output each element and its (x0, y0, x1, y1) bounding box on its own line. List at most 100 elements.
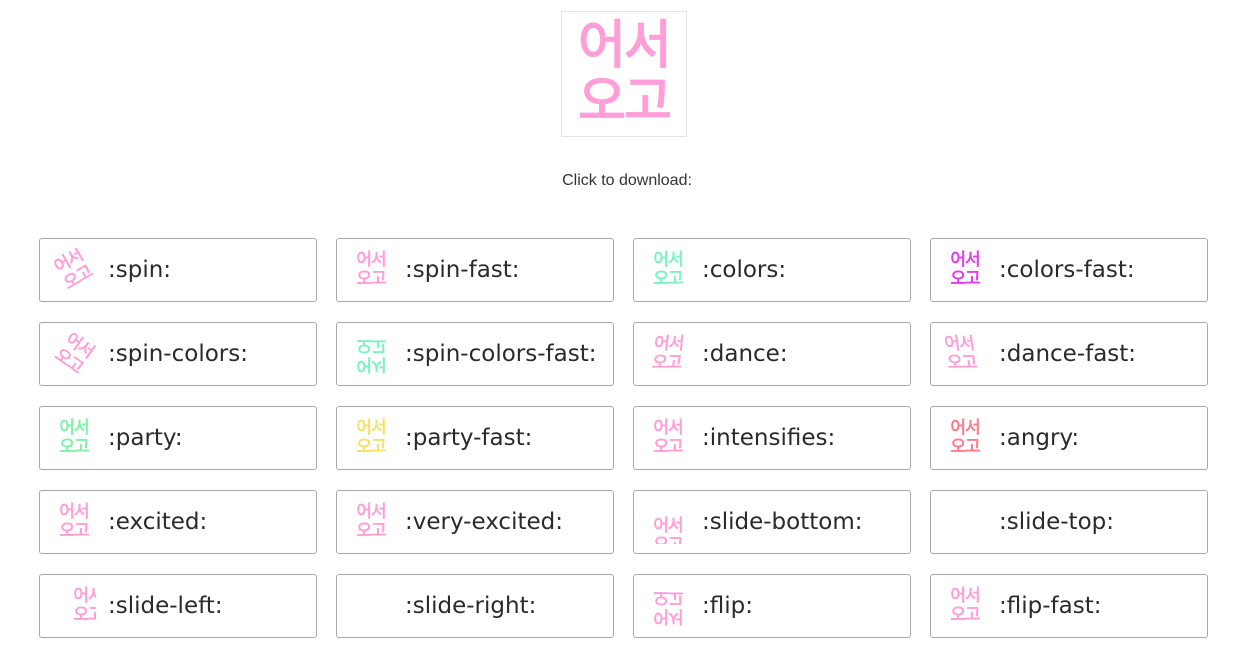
emoji-download-slide-bottom[interactable]: 어서오고 :slide-bottom: (633, 490, 911, 554)
emoji-label: :slide-top: (999, 509, 1114, 535)
emoji-label: :intensifies: (702, 425, 836, 451)
emoji-glyph: 어서오고 (356, 251, 386, 289)
emoji-glyph-top-line: 어서 (653, 250, 683, 270)
emoji-glyph: 어서오고 (653, 418, 683, 457)
emoji-label: :party-fast: (405, 425, 533, 451)
emoji-glyph: 어서오고 (59, 418, 89, 457)
emoji-label: :slide-right: (405, 593, 537, 619)
emoji-glyph-bottom-line: 오고 (59, 437, 89, 457)
download-caption: Click to download: (562, 172, 692, 189)
emoji-download-excited[interactable]: 어서 오고 :excited: (39, 490, 317, 554)
emoji-download-slide-top[interactable]: 어서오고:slide-top: (930, 490, 1208, 554)
emoji-glyph-top-line: 어서 (950, 250, 980, 270)
emoji-glyph-top-line: 어서 (950, 418, 980, 438)
emoji-colors-fast-icon: 어서 오고 (943, 248, 987, 292)
emoji-glyph-top-line: 어서 (356, 418, 386, 438)
emoji-glyph-top-line: 어서 (653, 606, 683, 626)
emoji-dance-fast-icon: 어서 오고 (943, 332, 987, 376)
emoji-label: :slide-left: (108, 593, 223, 619)
emoji-glyph-top-line: 어서 (943, 334, 976, 354)
emoji-glyph-top-line: 어서 (356, 502, 386, 522)
emoji-glyph: 어서오고 (651, 334, 684, 373)
emoji-glyph: 어서오고 (950, 586, 980, 625)
emoji-download-colors[interactable]: 어서 오고 :colors: (633, 238, 911, 302)
emoji-label: :dance-fast: (999, 341, 1137, 367)
emoji-glyph: 어서오고 (950, 418, 980, 457)
emoji-glyph-bottom-line: 오고 (950, 269, 980, 289)
emoji-glyph: 어서오고 (653, 250, 683, 289)
preview-glyph: 어서 오고 (578, 16, 672, 132)
emoji-dance-icon: 어서 오고 (646, 332, 690, 376)
preview-bottom-line: 오고 (578, 72, 672, 132)
emoji-label: :colors-fast: (999, 257, 1135, 283)
emoji-glyph-top-line: 어서 (653, 516, 683, 536)
emoji-glyph-bottom-line: 오고 (356, 437, 386, 457)
emoji-excited-icon: 어서 오고 (52, 500, 96, 544)
emoji-spin-colors-icon: 어서 오고 (52, 332, 96, 376)
emoji-download-dance-fast[interactable]: 어서 오고 :dance-fast: (930, 322, 1208, 386)
emoji-label: :dance: (702, 341, 788, 367)
emoji-angry-icon: 어서 오고 (943, 416, 987, 460)
emoji-download-spin[interactable]: 어서 오고:spin: (39, 238, 317, 302)
emoji-label: :flip-fast: (999, 593, 1102, 619)
emoji-download-spin-colors[interactable]: 어서 오고 :spin-colors: (39, 322, 317, 386)
emoji-download-slide-left[interactable]: 어서 오고 :slide-left: (39, 574, 317, 638)
emoji-party-icon: 어서 오고 (52, 416, 96, 460)
emoji-flip-icon: 어서 오고 (646, 584, 690, 628)
emoji-grid: 어서 오고:spin: 어서 오고:spin-fast: 어서 오고:colors: 어서 오… (39, 238, 1208, 638)
emoji-label: :colors: (702, 257, 787, 283)
emoji-glyph: 어서오고 (356, 335, 386, 374)
emoji-glyph-top-line: 어서 (653, 418, 683, 438)
emoji-glyph-top-line: 어서 (59, 418, 89, 438)
emoji-download-party[interactable]: 어서 오고 :party: (39, 406, 317, 470)
emoji-download-slide-right[interactable]: 어서오고 :slide-right: (336, 574, 614, 638)
emoji-glyph-bottom-line: 오고 (950, 437, 980, 457)
emoji-glyph-top-line: 어서 (950, 586, 980, 606)
emoji-flip-fast-icon: 어서 오고 (943, 584, 987, 628)
emoji-glyph: 어서오고 (653, 516, 683, 545)
emoji-glyph-bottom-line: 오고 (73, 605, 96, 625)
emoji-label: :slide-bottom: (702, 509, 863, 535)
emoji-glyph-bottom-line: 오고 (651, 353, 683, 373)
emoji-glyph: 어서오고 (653, 587, 683, 626)
emoji-label: :spin-fast: (405, 257, 520, 283)
emoji-glyph-bottom-line: 오고 (356, 335, 386, 355)
emoji-glyph: 어서오고 (950, 250, 980, 289)
emoji-download-spin-colors-fast[interactable]: 어서 오고:spin-colors-fast: (336, 322, 614, 386)
emoji-download-very-excited[interactable]: 어서 오고 :very-excited: (336, 490, 614, 554)
emoji-glyph-top-line: 어서 (59, 502, 89, 522)
emoji-download-colors-fast[interactable]: 어서 오고 :colors-fast: (930, 238, 1208, 302)
preview-top-line: 어서 (578, 16, 672, 76)
emoji-label: :spin-colors: (108, 341, 248, 367)
emoji-download-spin-fast[interactable]: 어서 오고 :spin-fast: (336, 238, 614, 302)
emoji-download-party-fast[interactable]: 어서 오고 :party-fast: (336, 406, 614, 470)
emoji-glyph-bottom-line: 오고 (356, 269, 386, 289)
emoji-glyph-bottom-line: 오고 (356, 521, 386, 541)
emoji-download-intensifies[interactable]: 어서 오고 :intensifies: (633, 406, 911, 470)
emoji-slide-bottom-icon: 어서오고 (646, 500, 690, 545)
emoji-glyph: 어서오고 (943, 334, 979, 373)
emoji-very-excited-icon: 어서 오고 (349, 500, 393, 544)
emoji-glyph-bottom-line: 오고 (653, 269, 683, 289)
emoji-label: :very-excited: (405, 509, 563, 535)
emoji-glyph-top-line: 어서 (73, 586, 96, 606)
emoji-download-angry[interactable]: 어서 오고:angry: (930, 406, 1208, 470)
emoji-download-flip[interactable]: 어서 오고:flip: (633, 574, 911, 638)
emoji-glyph-bottom-line: 오고 (59, 521, 89, 541)
emoji-glyph-top-line: 어서 (356, 354, 386, 374)
emoji-slide-right-icon: 어서오고 (349, 584, 393, 628)
emoji-glyph-bottom-line: 오고 (653, 536, 683, 545)
emoji-glyph-bottom-line: 오고 (653, 437, 683, 457)
emoji-party-fast-icon: 어서 오고 (349, 416, 393, 460)
emoji-spin-icon: 어서 오고 (52, 248, 96, 292)
emoji-glyph-bottom-line: 오고 (950, 605, 980, 625)
emoji-download-flip-fast[interactable]: 어서 오고 :flip-fast: (930, 574, 1208, 638)
emoji-slide-left-icon: 어서 오고 (52, 584, 96, 628)
emoji-label: :excited: (108, 509, 208, 535)
emoji-label: :party: (108, 425, 183, 451)
emoji-glyph: 어서오고 (73, 587, 96, 625)
emoji-glyph-bottom-line: 오고 (653, 587, 683, 607)
emoji-glyph: 어서오고 (52, 248, 96, 292)
emoji-glyph-bottom-line: 오고 (946, 353, 979, 373)
emoji-download-dance[interactable]: 어서 오고 :dance: (633, 322, 911, 386)
